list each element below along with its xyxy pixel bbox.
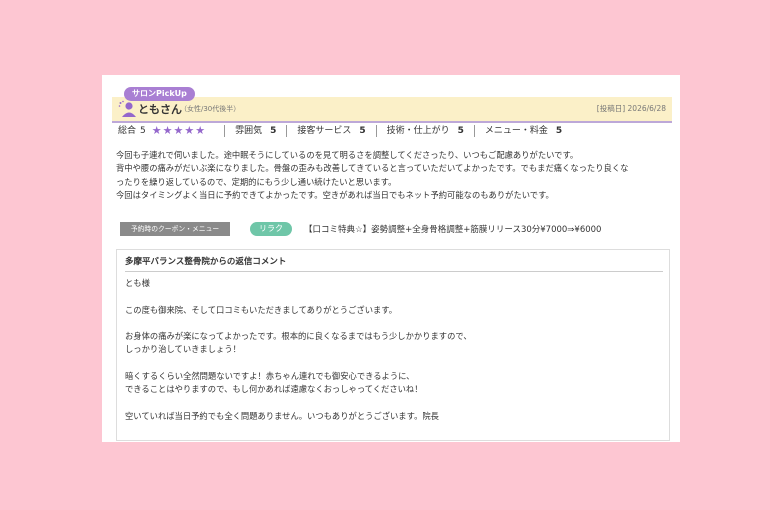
- reviewer-name: ともさん: [138, 103, 182, 116]
- reply-line: お身体の痛みが楽になってよかったです。根本的に良くなるまではもう少しかかりますの…: [125, 331, 472, 342]
- reply-paragraph: 空いていれば当日予約でも全く問題ありません。いつもありがとうございます。院長: [125, 410, 663, 423]
- reply-paragraph: お身体の痛みが楽になってよかったです。根本的に良くなるまではもう少しかかりますの…: [125, 330, 663, 357]
- review-card: ともさん （女性/30代後半） [投稿日] 2026/6/28 サロンPickU…: [102, 75, 680, 442]
- reply-paragraph: この度も御来院、そして口コミもいただきましてありがとうございます。: [125, 304, 663, 317]
- rating-value: 5: [359, 126, 366, 136]
- rating-atmosphere: 雰囲気 5: [224, 125, 286, 137]
- reply-line: 空いていれば当日予約でも全く問題ありません。いつもありがとうございます。院長: [125, 410, 439, 421]
- coupon-category-tag[interactable]: リラク: [250, 222, 292, 236]
- reply-line: この度も御来院、そして口コミもいただきましてありがとうございます。: [125, 304, 398, 315]
- reply-line: とも様: [125, 278, 150, 288]
- rating-label: 雰囲気: [235, 126, 263, 136]
- posted-date: [投稿日] 2026/6/28: [596, 104, 666, 113]
- star-rating-icon: ★★★★★: [151, 124, 207, 137]
- rating-value: 5: [457, 126, 464, 136]
- rating-label: 接客サービス: [297, 126, 352, 136]
- rating-label: メニュー・料金: [484, 126, 548, 136]
- review-line: 今回も子連れで伺いました。途中眠そうにしているのを見て明るさを調整してくださった…: [116, 150, 579, 160]
- rating-bar: 総合 5 ★★★★★ 雰囲気 5 接客サービス 5 技術・仕上がり 5 メニュー…: [112, 123, 672, 139]
- reply-line: できることはやりますので、もし何かあれば遠慮なくおっしゃってくださいね！: [125, 384, 423, 395]
- rating-service: 接客サービス 5: [286, 125, 375, 137]
- coupon-row: 予約時のクーポン・メニュー リラク 【口コミ特典☆】姿勢調整+全身骨格調整+筋膜…: [120, 222, 670, 236]
- coupon-label: 予約時のクーポン・メニュー: [120, 222, 230, 236]
- reply-paragraph: とも様: [125, 277, 663, 290]
- salon-reply: 多摩平バランス整骨院からの返信コメント とも様 この度も御来院、そして口コミもい…: [116, 249, 670, 441]
- reply-paragraph: 暗くするくらい全然問題ないですよ！赤ちゃん連れでも御安心できるように、 できるこ…: [125, 370, 663, 397]
- rating-value: 5: [555, 126, 563, 136]
- reply-line: 暗くするくらい全然問題ないですよ！赤ちゃん連れでも御安心できるように、: [125, 371, 415, 382]
- rating-overall-value: 5: [140, 126, 146, 136]
- review-line: 背中や腰の痛みがだいぶ楽になりました。骨盤の歪みも改善してきていると言っていただ…: [116, 163, 629, 174]
- rating-overall: 総合 5 ★★★★★: [112, 125, 216, 137]
- review-line: ったりを繰り返しているので、定期的にもう少し通い続けたいと思います。: [116, 176, 397, 187]
- reply-title: 多摩平バランス整骨院からの返信コメント: [125, 255, 663, 272]
- reply-line: しっかり治していきましょう！: [125, 344, 241, 355]
- rating-value: 5: [270, 126, 277, 136]
- rating-menu-price: メニュー・料金 5: [473, 125, 572, 137]
- review-body: 今回も子連れで伺いました。途中眠そうにしているのを見て明るさを調整してくださった…: [116, 149, 672, 202]
- salon-pickup-badge: サロンPickUp: [124, 87, 195, 101]
- review-header: ともさん （女性/30代後半） [投稿日] 2026/6/28: [112, 97, 672, 123]
- user-avatar-icon: [118, 100, 136, 117]
- coupon-menu-link[interactable]: 【口コミ特典☆】姿勢調整+全身骨格調整+筋膜リリース30分¥7000⇒¥6000: [304, 223, 601, 235]
- rating-overall-label: 総合: [118, 126, 137, 136]
- rating-label: 技術・仕上がり: [386, 126, 450, 136]
- reply-body: とも様 この度も御来院、そして口コミもいただきましてありがとうございます。 お身…: [125, 277, 663, 437]
- reviewer-attributes: （女性/30代後半）: [180, 105, 241, 113]
- review-line: 今回はタイミングよく当日に予約できてよかったです。空きがあれば当日でもネット予約…: [116, 189, 554, 200]
- rating-technique: 技術・仕上がり 5: [375, 125, 474, 137]
